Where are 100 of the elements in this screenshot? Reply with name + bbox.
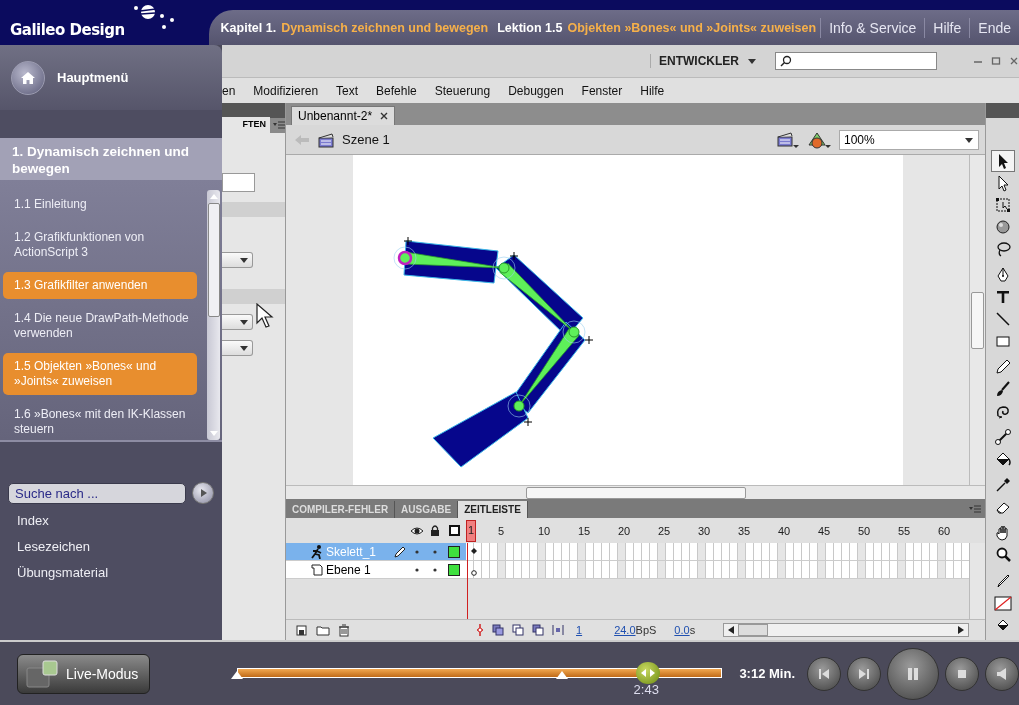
clapperboard-icon[interactable]	[777, 130, 799, 149]
lesson-title: Objekten »Bones« und »Joints« zuweisen	[567, 20, 817, 35]
scrollbar-thumb[interactable]	[971, 291, 984, 349]
frame-rate-unit: BpS	[635, 624, 657, 636]
onion-markers-icon[interactable]	[552, 624, 564, 636]
tool-button[interactable]	[990, 150, 1015, 172]
shapes-icon[interactable]	[807, 130, 831, 149]
mouse-cursor-icon	[256, 303, 274, 329]
lesson-item[interactable]: 1.2 Grafikfunktionen von ActionScript 3	[3, 224, 197, 266]
search-field[interactable]	[775, 52, 937, 70]
horizontal-scrollbar[interactable]	[723, 623, 969, 637]
layer-outline-color-icon[interactable]	[448, 545, 460, 558]
maximize-icon[interactable]	[991, 56, 1001, 66]
dropdown[interactable]	[222, 252, 253, 268]
sidebar-link[interactable]: Lesezeichen	[8, 534, 99, 560]
clapperboard-icon	[318, 131, 334, 148]
scrollbar-thumb[interactable]	[207, 203, 220, 317]
menu-item[interactable]: en	[222, 83, 245, 98]
scrollbar-thumb[interactable]	[525, 486, 746, 499]
playhead-frame-number[interactable]: 1	[466, 519, 476, 542]
menu-item[interactable]: Modifizieren	[244, 83, 328, 98]
folder-icon[interactable]	[316, 624, 330, 636]
vertical-scrollbar[interactable]	[969, 155, 985, 485]
nav-link[interactable]: Ende	[969, 17, 1019, 38]
frame-number: 35	[738, 524, 752, 537]
layer-row[interactable]: Ebene 1	[286, 561, 466, 579]
slider-thumb[interactable]	[635, 661, 660, 684]
home-button[interactable]	[11, 60, 45, 95]
bone-icon	[993, 428, 1012, 446]
onion-skin-icon[interactable]	[492, 624, 504, 636]
panel-tab[interactable]: FTEN	[222, 117, 270, 133]
total-duration: 3:12 Min.	[739, 666, 795, 681]
onion-outline-icon[interactable]	[512, 624, 524, 636]
panel-tab[interactable]: ZEITLEISTE	[458, 501, 528, 518]
house-icon	[20, 70, 36, 85]
new-layer-icon[interactable]	[296, 624, 308, 636]
search-go-button[interactable]	[192, 482, 214, 504]
outline-square-icon[interactable]	[448, 525, 460, 536]
section-header-bar	[222, 202, 285, 217]
skip-back-icon	[817, 666, 831, 681]
dropdown[interactable]	[222, 314, 253, 330]
live-mode-button[interactable]: Live-Modus	[17, 653, 150, 694]
frame-rate-value[interactable]: 24.0	[614, 624, 636, 636]
chapter-marker-icon[interactable]	[556, 670, 569, 679]
search-field[interactable]: Suche nach ...	[8, 482, 186, 504]
current-frame-value[interactable]: 1	[576, 624, 583, 636]
vertical-scrollbar[interactable]	[969, 543, 985, 619]
main-menu-link[interactable]: Hauptmenü	[57, 70, 129, 85]
search-icon	[780, 55, 792, 67]
scroll-right-icon[interactable]	[958, 626, 964, 634]
trash-icon[interactable]	[338, 623, 350, 637]
lock-icon[interactable]	[430, 525, 440, 536]
no-color-swatch-icon	[993, 594, 1012, 612]
windows-icon	[26, 659, 60, 688]
menu-item[interactable]: Hilfe	[631, 83, 674, 98]
nav-link[interactable]: Info & Service	[820, 17, 925, 38]
stop-button[interactable]	[945, 656, 979, 691]
frame-number: 40	[778, 524, 792, 537]
layer-outline-color-icon[interactable]	[448, 563, 460, 576]
edit-multiple-frames-icon[interactable]	[532, 624, 544, 636]
panel-menu-icon[interactable]	[969, 505, 981, 513]
eye-icon[interactable]	[410, 525, 424, 536]
close-icon[interactable]	[380, 112, 389, 120]
transform-icon	[993, 196, 1012, 214]
frame-number: 30	[698, 524, 712, 537]
caret-icon	[239, 318, 249, 326]
chapter-heading: 1. Dynamisch zeichnen und bewegen	[0, 138, 222, 180]
chapter-marker-icon[interactable]	[230, 670, 243, 679]
scroll-left-icon[interactable]	[728, 626, 735, 634]
menu-item[interactable]: Debuggen	[499, 83, 573, 98]
sidebar-link[interactable]: Index	[8, 508, 58, 534]
document-tab[interactable]: Unbenannt-2*	[291, 106, 396, 125]
lesson-item[interactable]: 1.4 Die neue DrawPath-Methode verwenden	[3, 305, 197, 347]
horizontal-scrollbar[interactable]	[286, 485, 985, 499]
nav-link[interactable]: Hilfe	[924, 17, 970, 38]
sidebar-link[interactable]: Übungsmaterial	[8, 560, 118, 586]
lesson-item[interactable]: 1.1 Einleitung	[3, 191, 197, 218]
skip-forward-icon	[857, 666, 871, 681]
playhead-icon[interactable]	[476, 624, 484, 636]
workspace-dropdown[interactable]: ENTWICKLER	[650, 54, 765, 68]
pause-icon	[906, 666, 920, 681]
previous-button[interactable]	[807, 656, 841, 691]
lesson-item[interactable]: 1.6 »Bones« mit den IK-Klassen steuern	[3, 401, 197, 440]
menu-item[interactable]: Fenster	[572, 83, 632, 98]
volume-button[interactable]	[985, 656, 1019, 691]
skeleton-drawing[interactable]	[393, 236, 594, 468]
frame-number: 5	[498, 524, 506, 537]
menu-item[interactable]: Text	[327, 83, 368, 98]
left-right-arrows-icon	[640, 667, 655, 678]
scrollbar-thumb[interactable]	[738, 624, 769, 636]
zoom-dropdown[interactable]: 100%	[839, 129, 979, 150]
panel-menu-icon[interactable]	[273, 121, 285, 129]
menu-item[interactable]: Steuerung	[425, 83, 500, 98]
menu-item[interactable]: Befehle	[367, 83, 426, 98]
next-button[interactable]	[847, 656, 881, 691]
list-scrollbar[interactable]	[207, 190, 220, 440]
elapsed-time-value[interactable]: 0.0	[674, 624, 690, 636]
input-field[interactable]	[222, 173, 255, 192]
frame-number: 45	[818, 524, 832, 537]
dropdown[interactable]	[222, 340, 253, 356]
